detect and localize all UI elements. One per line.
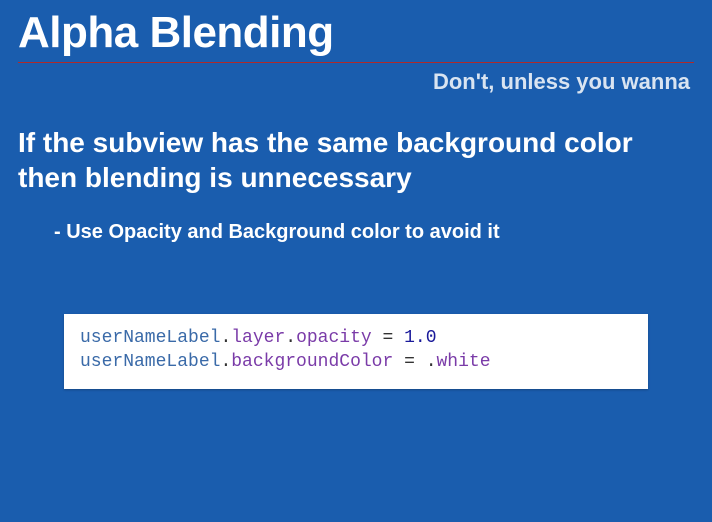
slide-headline: If the subview has the same background c… xyxy=(18,125,694,195)
slide-bullet: - Use Opacity and Background color to av… xyxy=(54,221,694,244)
code-prop: backgroundColor xyxy=(231,352,393,372)
code-dot: . xyxy=(220,328,231,348)
code-dot: . xyxy=(426,352,437,372)
slide-title: Alpha Blending xyxy=(18,8,694,58)
code-prop: opacity xyxy=(296,328,372,348)
code-num: 1.0 xyxy=(404,328,436,348)
code-dot: . xyxy=(285,328,296,348)
code-dot: . xyxy=(220,352,231,372)
code-ident: userNameLabel xyxy=(80,352,220,372)
code-line-2: userNameLabel.backgroundColor = .white xyxy=(80,350,632,374)
title-underline xyxy=(18,62,694,63)
code-prop: layer xyxy=(231,328,285,348)
code-line-1: userNameLabel.layer.opacity = 1.0 xyxy=(80,326,632,350)
code-block: userNameLabel.layer.opacity = 1.0 userNa… xyxy=(64,314,648,389)
code-enum: white xyxy=(437,352,491,372)
slide-subtitle: Don't, unless you wanna xyxy=(18,69,694,95)
code-op: = xyxy=(393,352,425,372)
code-ident: userNameLabel xyxy=(80,328,220,348)
code-op: = xyxy=(372,328,404,348)
